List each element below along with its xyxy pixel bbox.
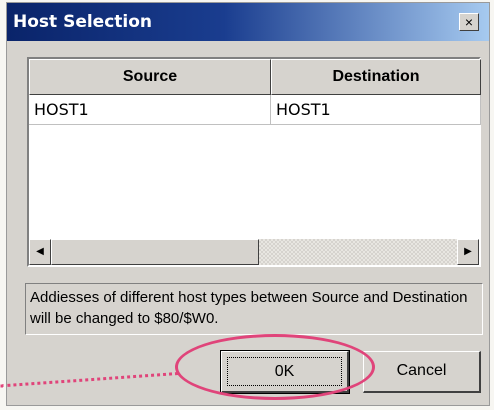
horizontal-scrollbar[interactable]: ◀ ▶ <box>29 239 479 265</box>
cell-destination: HOST1 <box>271 95 481 125</box>
close-button[interactable]: × <box>459 13 479 31</box>
ok-button-label: 0K <box>227 357 342 386</box>
cancel-button[interactable]: Cancel <box>363 351 481 393</box>
host-table: Source Destination HOST1 HOST1 ◀ ▶ <box>27 57 481 267</box>
ok-button[interactable]: 0K <box>220 350 350 394</box>
title-bar[interactable]: Host Selection × <box>7 3 489 41</box>
info-message: Addiesses of different host types betwee… <box>25 283 483 335</box>
scrollbar-thumb[interactable] <box>51 239 259 265</box>
scroll-left-icon[interactable]: ◀ <box>29 239 51 265</box>
column-header-destination[interactable]: Destination <box>271 59 481 95</box>
table-header: Source Destination <box>29 59 481 95</box>
dialog-title: Host Selection <box>13 12 153 32</box>
column-header-source[interactable]: Source <box>29 59 271 95</box>
scroll-right-icon[interactable]: ▶ <box>457 239 479 265</box>
host-selection-dialog: Host Selection × Source Destination HOST… <box>6 2 490 406</box>
cell-source: HOST1 <box>29 95 271 125</box>
table-row[interactable]: HOST1 HOST1 <box>29 95 481 125</box>
